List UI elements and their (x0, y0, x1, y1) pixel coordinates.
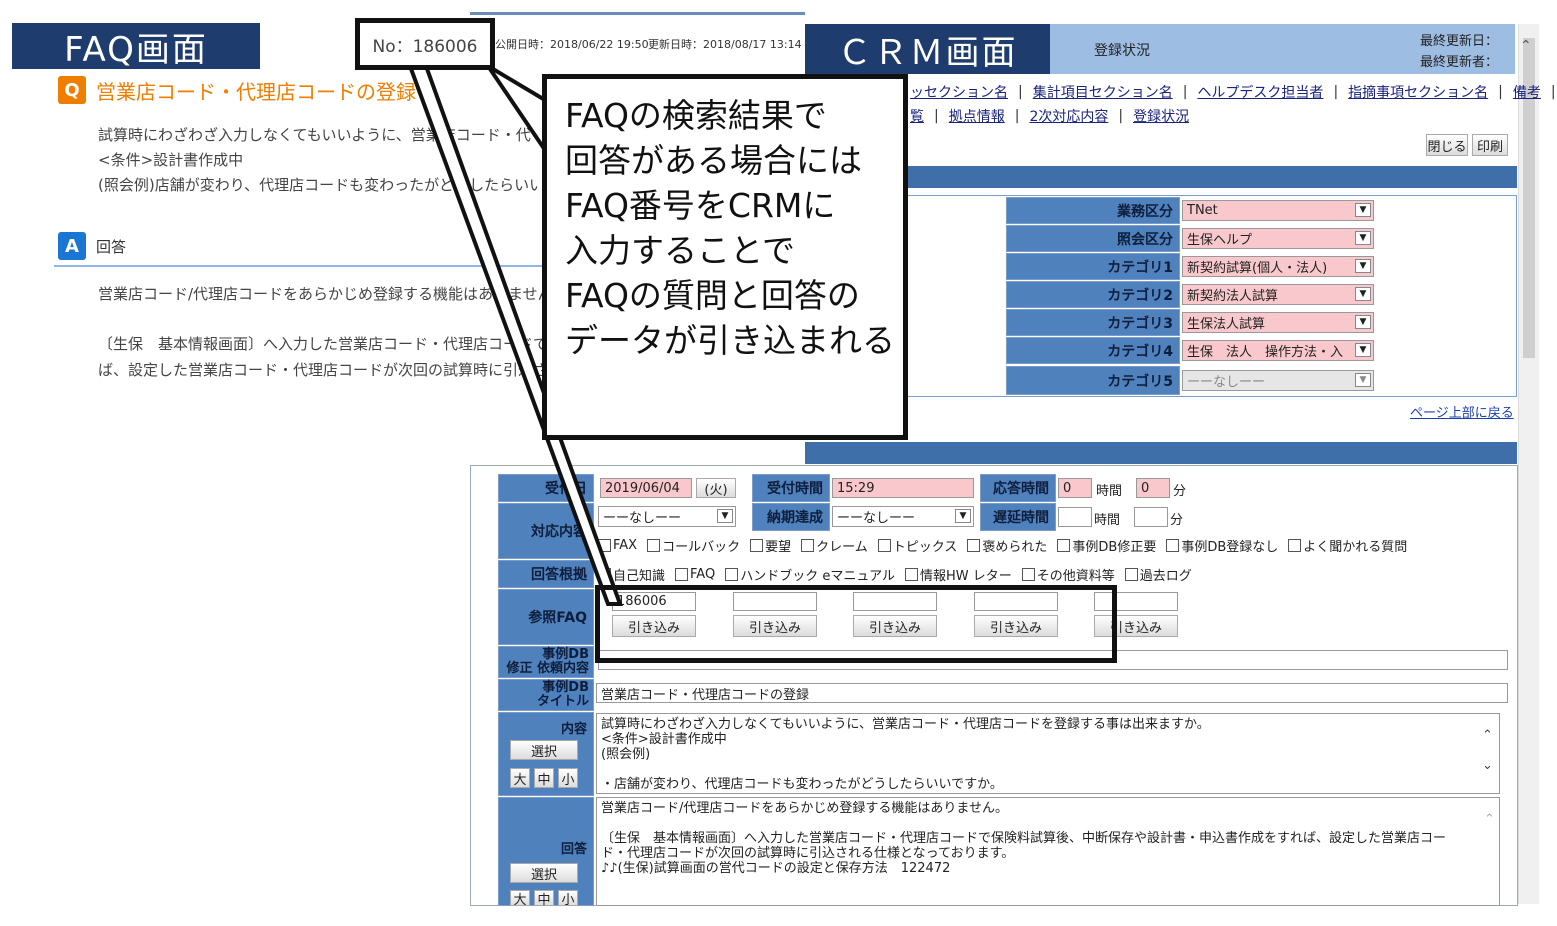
faq-number-highlight: No：186006 (355, 18, 495, 70)
faq-number: No：186006 (372, 36, 478, 57)
explanation-callout: FAQの検索結果で 回答がある場合には FAQ番号をCRMに 入力することで F… (542, 74, 908, 440)
connector-to-callout (486, 64, 547, 157)
ref-faq-highlight (595, 585, 1117, 663)
